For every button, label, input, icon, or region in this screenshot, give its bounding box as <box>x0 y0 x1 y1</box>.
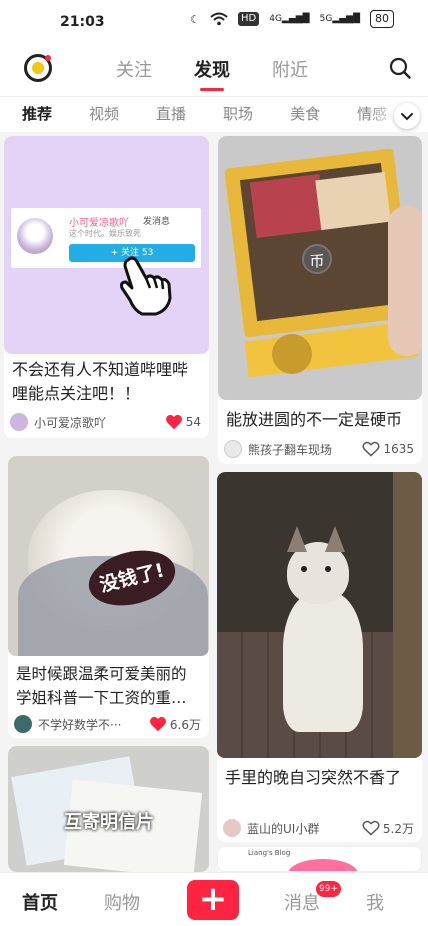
bottom-tab-bar: 首页 购物 + 消息 99+ 我 <box>0 872 428 926</box>
top-bar: 关注 发现 附近 <box>0 42 428 96</box>
search-icon[interactable] <box>388 56 412 80</box>
tab-messages[interactable]: 消息 <box>284 889 320 915</box>
card-cover: 没钱了! <box>8 456 209 656</box>
tab-me[interactable]: 我 <box>366 889 384 915</box>
avatar <box>223 819 241 837</box>
card-cover: 互寄明信片 <box>8 746 209 872</box>
avatar <box>224 440 242 458</box>
signal-icon: 4G▂▄▆█ <box>269 14 310 24</box>
feed-card[interactable]: 没钱了! 是时候跟温柔可爱美丽的学姐科普一下工资的重… 不学好数学不··· 6.… <box>8 456 209 738</box>
moon-icon: ☾ <box>190 12 200 26</box>
chevron-down-icon[interactable] <box>394 103 420 129</box>
heart-outline-icon <box>362 441 380 457</box>
overlay-message: 发消息 <box>143 217 171 227</box>
message-badge: 99+ <box>316 881 341 897</box>
card-cover <box>217 472 422 758</box>
category-live[interactable]: 直播 <box>156 103 186 124</box>
avatar <box>14 715 32 733</box>
tab-follow[interactable]: 关注 <box>116 56 152 82</box>
status-bar: 21:03 ☾ HD 4G▂▄▆█ 5G▂▄▆█ 80 <box>0 0 428 42</box>
tab-home[interactable]: 首页 <box>22 889 58 915</box>
card-cover: 币 <box>218 136 422 400</box>
author-name: 小可爱凉歌吖 <box>34 415 107 430</box>
coin: 币 <box>302 244 332 274</box>
heart-icon <box>149 716 166 732</box>
tab-nearby[interactable]: 附近 <box>272 56 308 82</box>
heart-icon <box>165 414 182 430</box>
category-career[interactable]: 职场 <box>223 103 253 124</box>
tab-discover[interactable]: 发现 <box>194 56 230 91</box>
card-caption: Liang's Blog <box>248 849 291 857</box>
clock: 21:03 <box>60 14 105 30</box>
avatar <box>10 413 28 431</box>
wifi-icon <box>210 12 228 26</box>
plus-icon: + <box>198 879 228 919</box>
feed-card[interactable]: 互寄明信片 <box>8 746 209 872</box>
fox <box>273 522 369 742</box>
like-count[interactable]: 6.6万 <box>149 716 201 733</box>
overlay-name: 小可爱凉歌吖 <box>69 218 129 229</box>
card-title: 能放进圆的不一定是硬币 <box>226 410 403 429</box>
card-cover: Liang's Blog <box>217 846 422 872</box>
like-count[interactable]: 54 <box>165 414 201 430</box>
category-food[interactable]: 美食 <box>290 103 320 124</box>
app-logo-icon[interactable] <box>24 54 52 82</box>
card-title: 不会还有人不知道哔哩哔哩能点关注吧！！ <box>12 360 189 403</box>
overlay-sign: 这个时代。娱乐致死 <box>69 229 141 238</box>
signal-icon: 5G▂▄▆█ <box>319 14 360 24</box>
card-meta: 不学好数学不··· 6.6万 <box>14 714 201 734</box>
avatar <box>17 218 53 254</box>
like-count[interactable]: 1635 <box>362 441 414 457</box>
card-caption: 互寄明信片 <box>64 812 154 833</box>
card-meta: 小可爱凉歌吖 54 <box>10 412 201 432</box>
card-cover: 小可爱凉歌吖 发消息 这个时代。娱乐致死 + 关注 53 <box>4 136 209 354</box>
author-name: 不学好数学不··· <box>38 717 122 732</box>
feed-card[interactable]: 小可爱凉歌吖 发消息 这个时代。娱乐致死 + 关注 53 不会还有人不知道哔哩哔… <box>4 136 209 438</box>
hd-badge: HD <box>237 12 260 26</box>
like-count[interactable]: 5.2万 <box>362 820 414 837</box>
feed-card[interactable]: 币 能放进圆的不一定是硬币 熊孩子翻车现场 1635 <box>218 136 422 464</box>
main-tabs: 关注 发现 附近 <box>116 56 308 91</box>
card-title: 手里的晚自习突然不香了 <box>225 768 402 787</box>
card-meta: 蓝山的UI小群 5.2万 <box>223 818 414 838</box>
create-post-button[interactable]: + <box>187 880 239 920</box>
category-video[interactable]: 视频 <box>89 103 119 124</box>
hand-pointer-icon <box>120 256 172 316</box>
category-recommend[interactable]: 推荐 <box>22 103 52 124</box>
card-title: 是时候跟温柔可爱美丽的学姐科普一下工资的重… <box>16 665 187 707</box>
author-name: 熊孩子翻车现场 <box>248 442 333 457</box>
tab-shopping[interactable]: 购物 <box>104 889 140 915</box>
heart-outline-icon <box>362 820 380 836</box>
feed-card[interactable]: Liang's Blog <box>217 846 422 872</box>
card-meta: 熊孩子翻车现场 1635 <box>224 439 414 459</box>
author-name: 蓝山的UI小群 <box>247 821 320 836</box>
battery-icon: 80 <box>370 10 394 28</box>
feed-card[interactable]: 手里的晚自习突然不香了 蓝山的UI小群 5.2万 <box>217 472 422 842</box>
category-bar: 推荐 视频 直播 职场 美食 情感 <box>0 96 428 132</box>
